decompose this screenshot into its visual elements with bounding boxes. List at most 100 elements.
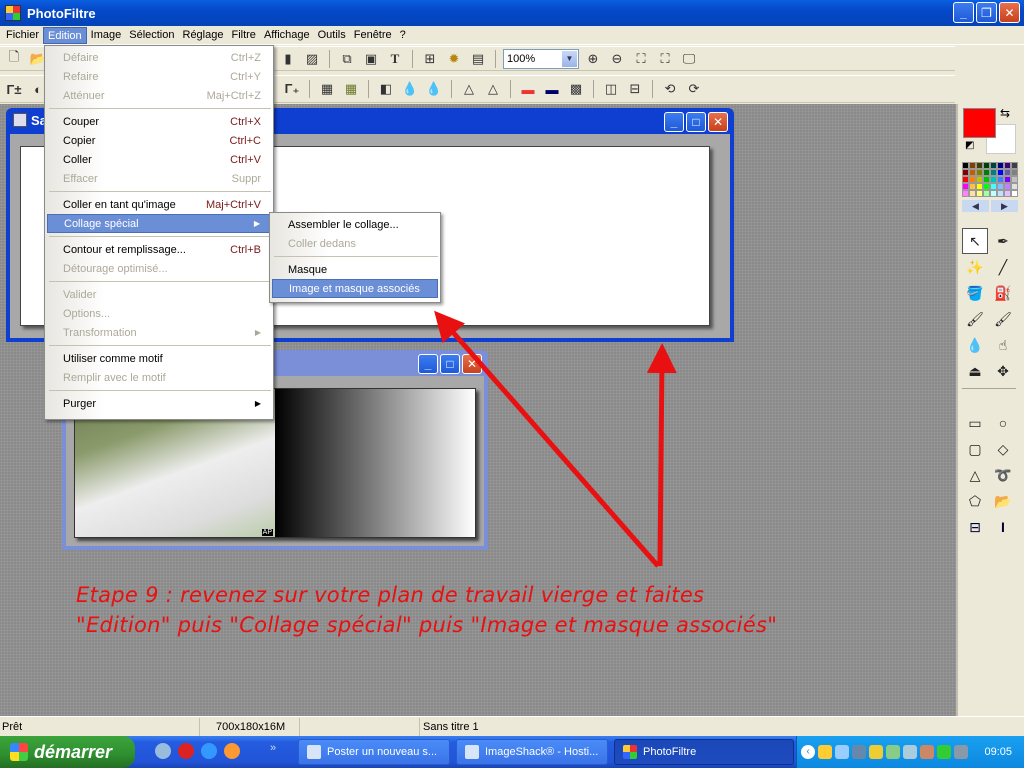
palette-swatch[interactable]: [997, 183, 1004, 190]
taskbar-item-photofiltre[interactable]: PhotoFiltre: [614, 739, 794, 765]
close-button[interactable]: ✕: [999, 2, 1020, 23]
slideshow-icon[interactable]: 🖵: [679, 49, 699, 69]
chevron-down-icon[interactable]: ▼: [562, 50, 577, 67]
menu-item-purger[interactable]: Purger ▶: [47, 394, 271, 413]
palette-swatch[interactable]: [990, 183, 997, 190]
palette-swatch[interactable]: [1011, 190, 1018, 197]
image-transparency-icon[interactable]: ▨: [302, 49, 322, 69]
menu-item-assembler-le-collage[interactable]: Assembler le collage...: [272, 215, 438, 234]
zoom-select[interactable]: 100% ▼: [503, 48, 579, 69]
taskbar-item-poster[interactable]: Poster un nouveau s...: [298, 739, 450, 765]
palette-swatch[interactable]: [983, 190, 990, 197]
menu-item-coller-en-tant-qu-image[interactable]: Coller en tant qu'image Maj+Ctrl+V: [47, 195, 271, 214]
palette-swatch[interactable]: [969, 183, 976, 190]
menu-image[interactable]: Image: [87, 27, 126, 44]
gradient-rainbow-icon[interactable]: ▬: [518, 79, 538, 99]
internet-explorer-icon[interactable]: [201, 743, 217, 759]
menu-item-copier[interactable]: Copier Ctrl+C: [47, 131, 271, 150]
palette-swatch[interactable]: [1011, 183, 1018, 190]
palette-swatch[interactable]: [976, 190, 983, 197]
menu-item-valider[interactable]: Valider: [47, 285, 271, 304]
selection-arrow-icon[interactable]: ↖: [962, 228, 988, 254]
palette-swatch[interactable]: [983, 183, 990, 190]
palette-swatch[interactable]: [969, 190, 976, 197]
menu-fichier[interactable]: Fichier: [2, 27, 43, 44]
triangle-icon[interactable]: △: [962, 462, 988, 488]
menu-item-collage-sp-cial[interactable]: Collage spécial ▶: [47, 214, 271, 233]
start-button[interactable]: démarrer: [0, 736, 135, 768]
blur-drop-icon[interactable]: 💧: [962, 332, 988, 358]
menu-item-refaire[interactable]: Refaire Ctrl+Y: [47, 67, 271, 86]
palette-swatch[interactable]: [983, 169, 990, 176]
menu-fenetre[interactable]: Fenêtre: [350, 27, 396, 44]
menu-item-d-tourage-optimis[interactable]: Détourage optimisé...: [47, 259, 271, 278]
paste-image-icon[interactable]: ▣: [361, 49, 381, 69]
doc-close-button[interactable]: ✕: [708, 112, 728, 132]
media-player-icon[interactable]: [224, 743, 240, 759]
zoom-out-icon[interactable]: ⊖: [607, 49, 627, 69]
quicklaunch-more-button[interactable]: »: [270, 742, 276, 754]
menu-item-masque[interactable]: Masque: [272, 260, 438, 279]
palette-swatch[interactable]: [997, 176, 1004, 183]
doc-minimize-button[interactable]: _: [664, 112, 684, 132]
palette-swatch[interactable]: [1011, 176, 1018, 183]
vertical-select-icon[interactable]: I: [990, 514, 1016, 540]
menu-selection[interactable]: Sélection: [125, 27, 178, 44]
color-palette[interactable]: [962, 162, 1018, 198]
menu-item-effacer[interactable]: Effacer Suppr: [47, 169, 271, 188]
window-icon[interactable]: ▤: [468, 49, 488, 69]
lasso-icon[interactable]: ➰: [990, 462, 1016, 488]
smudge-finger-icon[interactable]: ☝: [990, 332, 1016, 358]
palette-swatch[interactable]: [976, 176, 983, 183]
open-shape-icon[interactable]: 📂: [990, 488, 1016, 514]
move-icon[interactable]: ✥: [990, 358, 1016, 384]
palette-swatch[interactable]: [1011, 169, 1018, 176]
menu-help[interactable]: ?: [396, 27, 410, 44]
palette-swatch[interactable]: [997, 169, 1004, 176]
palette-swatch[interactable]: [969, 162, 976, 169]
palette-swatch[interactable]: [1004, 176, 1011, 183]
line-icon[interactable]: ╱: [990, 254, 1016, 280]
computer-icon[interactable]: [954, 745, 968, 759]
copy-image-icon[interactable]: ⧉: [337, 49, 357, 69]
menu-outils[interactable]: Outils: [314, 27, 350, 44]
flip-horizontal-icon[interactable]: ◫: [601, 79, 621, 99]
palette-swatch[interactable]: [990, 176, 997, 183]
menu-item-options[interactable]: Options...: [47, 304, 271, 323]
menu-filtre[interactable]: Filtre: [227, 27, 259, 44]
quicktime-icon[interactable]: [178, 743, 194, 759]
eyedropper-icon[interactable]: ✒: [990, 228, 1016, 254]
palette-swatch[interactable]: [983, 176, 990, 183]
palette-swatch[interactable]: [962, 176, 969, 183]
palette-swatch[interactable]: [1011, 162, 1018, 169]
wireless-icon[interactable]: [835, 745, 849, 759]
gradient-blue-icon[interactable]: ▬: [542, 79, 562, 99]
ellipse-icon[interactable]: ○: [990, 410, 1016, 436]
horizontal-select-icon[interactable]: ⊟: [962, 514, 988, 540]
palette-next-button[interactable]: ▶: [991, 200, 1018, 212]
palette-swatch[interactable]: [990, 190, 997, 197]
new-file-icon[interactable]: 🗋: [4, 49, 24, 69]
menu-item-utiliser-comme-motif[interactable]: Utiliser comme motif: [47, 349, 271, 368]
menu-edition[interactable]: Edition: [43, 26, 87, 44]
color-bars-icon[interactable]: ▮: [278, 49, 298, 69]
palette-swatch[interactable]: [976, 169, 983, 176]
checker-icon[interactable]: ◧: [376, 79, 396, 99]
doc-maximize-button[interactable]: □: [440, 354, 460, 374]
palette-swatch[interactable]: [962, 183, 969, 190]
rotate-left-icon[interactable]: ⟲: [660, 79, 680, 99]
messenger-icon[interactable]: [920, 745, 934, 759]
menu-item-couper[interactable]: Couper Ctrl+X: [47, 112, 271, 131]
gamma-plus-icon[interactable]: Γ₊: [282, 79, 302, 99]
blur-more-icon[interactable]: 💧: [424, 79, 444, 99]
sharpen-more-icon[interactable]: △: [483, 79, 503, 99]
rectangle-icon[interactable]: ▭: [962, 410, 988, 436]
chevron-left-icon[interactable]: ‹: [801, 745, 815, 759]
menu-reglage[interactable]: Réglage: [179, 27, 228, 44]
blur-icon[interactable]: 💧: [400, 79, 420, 99]
signal-strength-icon[interactable]: [937, 745, 951, 759]
menu-item-image-et-masque-associ-s[interactable]: Image et masque associés: [272, 279, 438, 298]
palette-swatch[interactable]: [969, 169, 976, 176]
palette-swatch[interactable]: [983, 162, 990, 169]
diamond-icon[interactable]: ◇: [990, 436, 1016, 462]
